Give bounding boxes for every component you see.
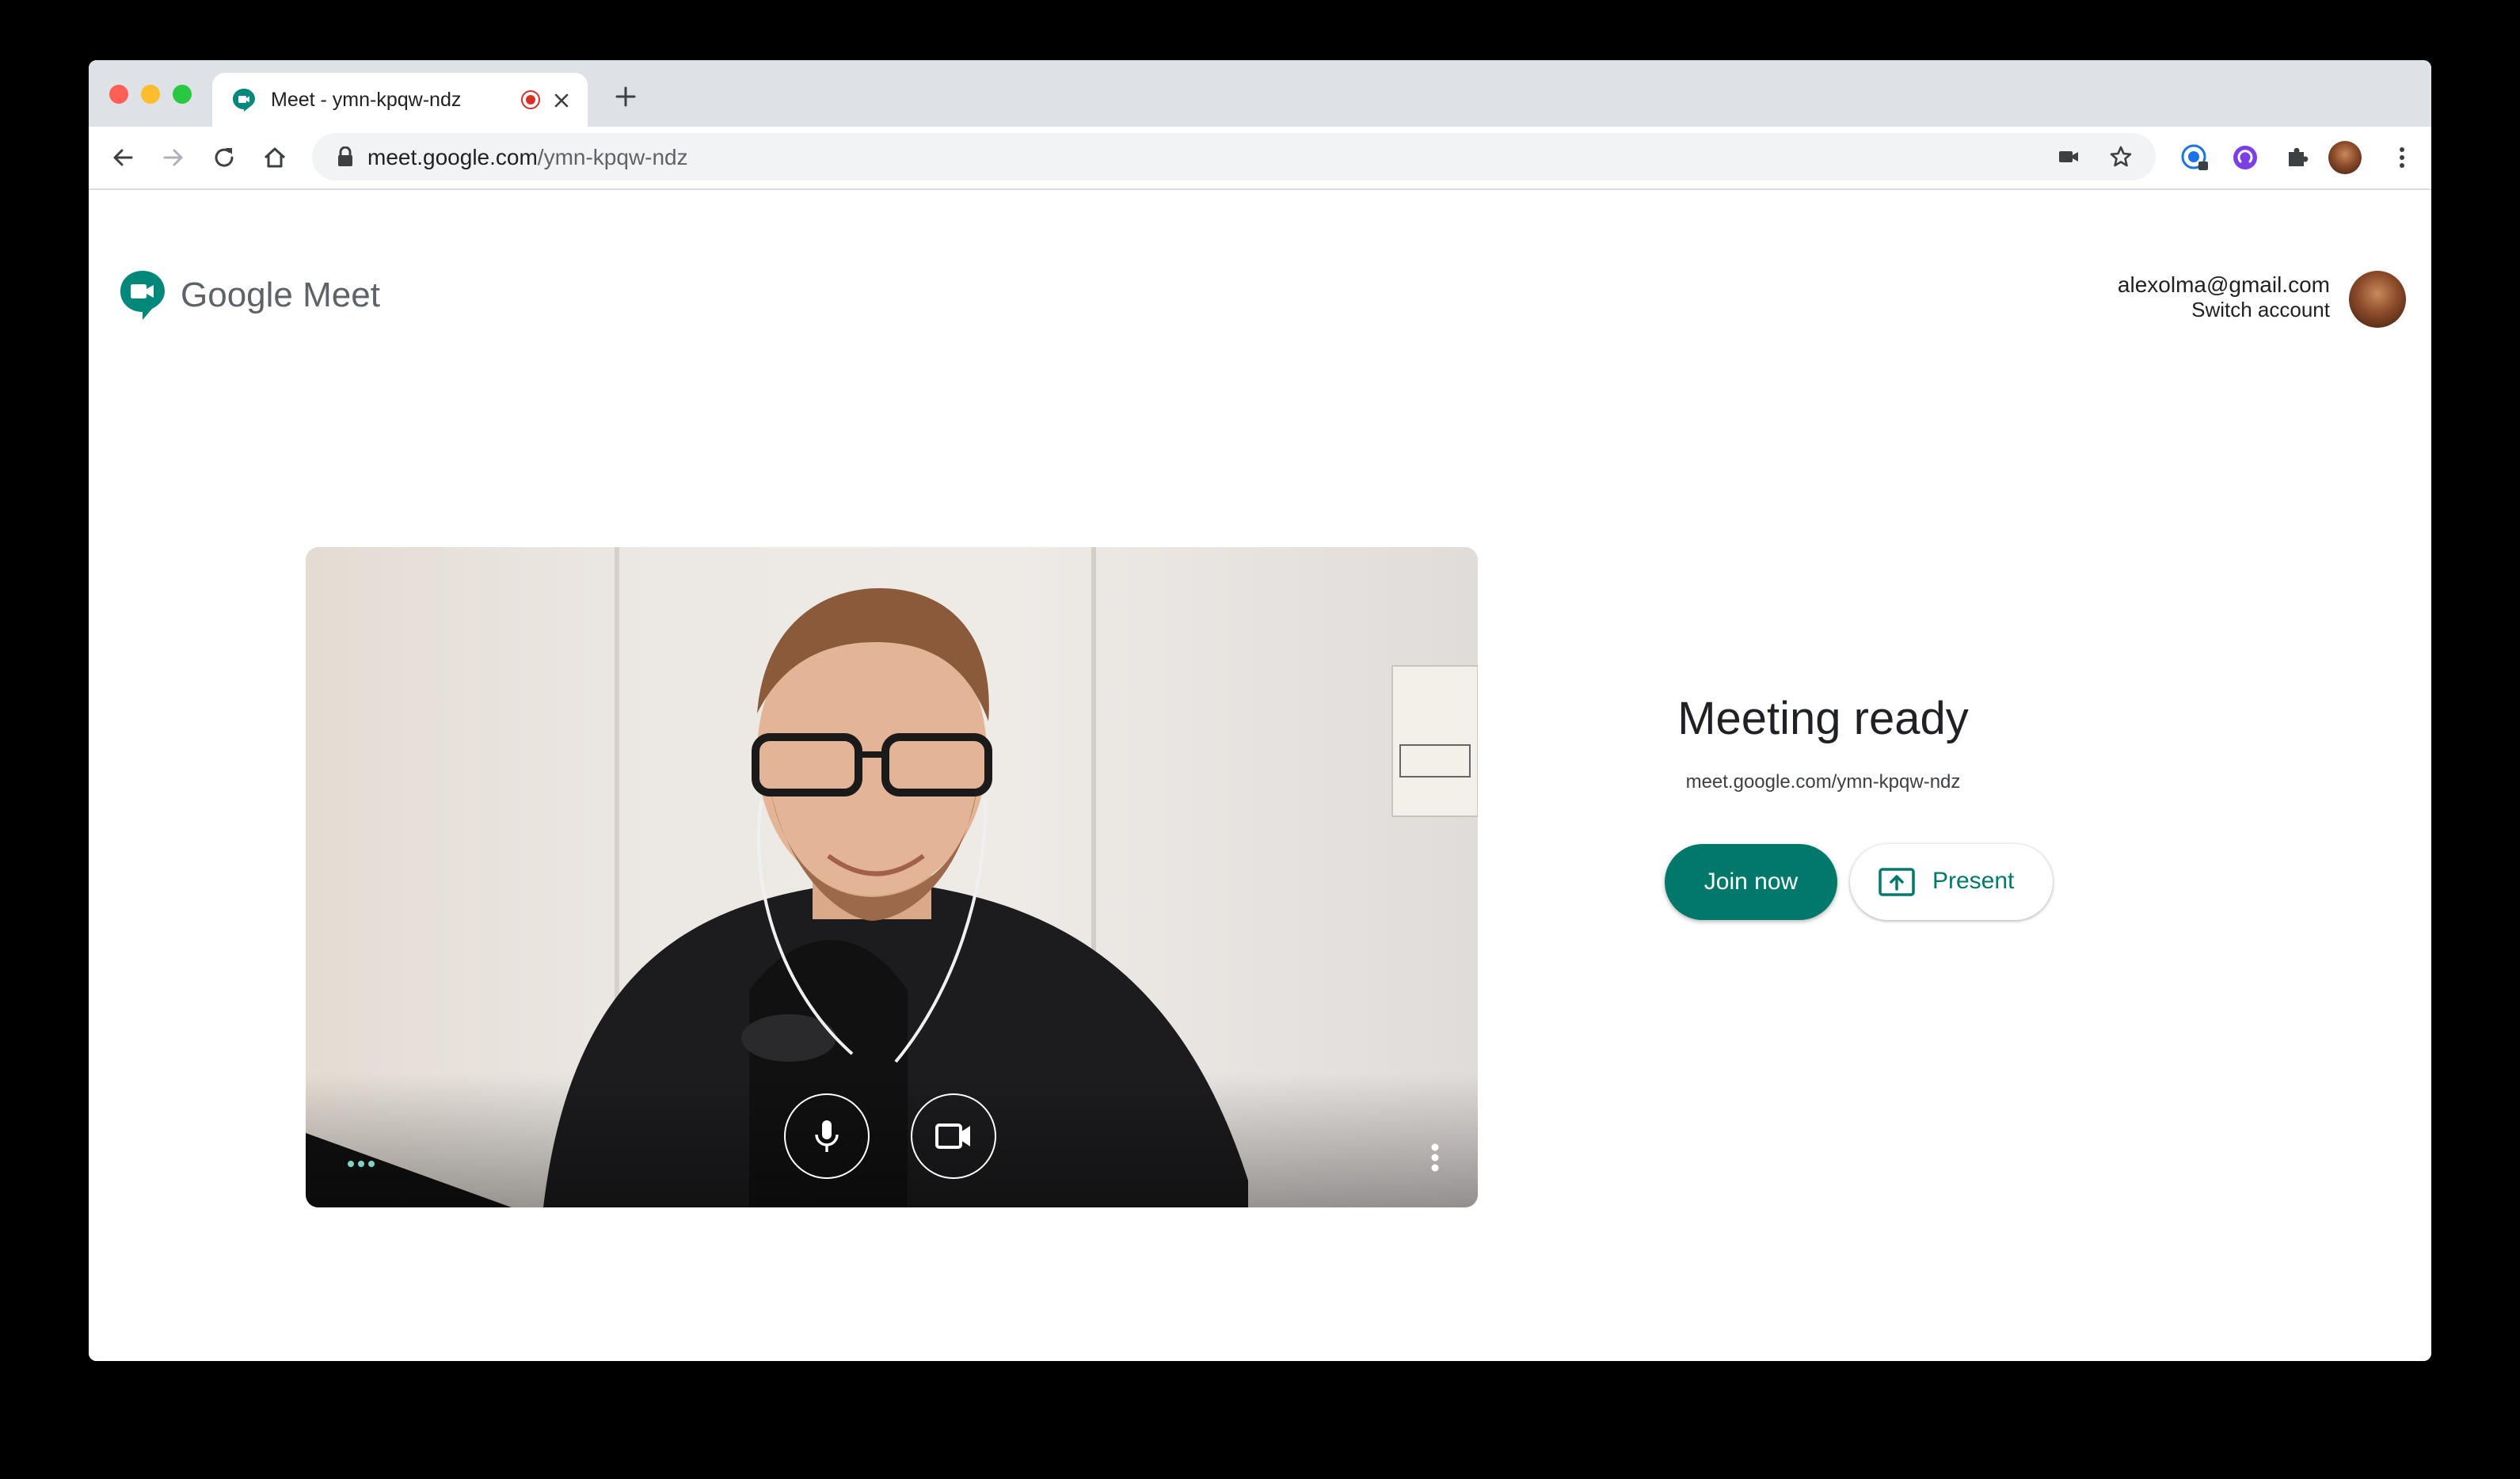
lock-icon — [338, 146, 352, 166]
account-avatar[interactable] — [2349, 271, 2406, 328]
meet-page: Google Meet alexolma@gmail.com Switch ac… — [89, 190, 2431, 1361]
browser-toolbar: meet.google.com/ymn-kpqw-ndz — [89, 127, 2431, 190]
url-host: meet.google.com — [367, 145, 538, 169]
extension-icon[interactable] — [2232, 144, 2259, 171]
profile-avatar[interactable] — [2328, 141, 2362, 174]
switch-account-link[interactable]: Switch account — [2191, 298, 2330, 322]
password-extension-icon[interactable] — [2179, 143, 2210, 173]
kebab-menu-icon[interactable] — [2389, 144, 2415, 171]
new-tab-icon[interactable] — [615, 86, 637, 108]
home-icon[interactable] — [261, 144, 288, 171]
meeting-link: meet.google.com/ymn-kpqw-ndz — [1685, 771, 1961, 793]
tab-close-icon[interactable] — [551, 90, 572, 111]
meet-favicon-icon — [233, 89, 255, 112]
address-bar[interactable]: meet.google.com/ymn-kpqw-ndz — [312, 133, 2156, 181]
controls-shade — [306, 1073, 1478, 1207]
camera-icon[interactable] — [2056, 144, 2081, 169]
url-text: meet.google.com/ymn-kpqw-ndz — [367, 145, 688, 170]
tab-meet[interactable]: Meet - ymn-kpqw-ndz — [212, 73, 588, 127]
join-now-button[interactable]: Join now — [1665, 844, 1837, 920]
browser-window: Meet - ymn-kpqw-ndz meet.google.com/ymn-… — [89, 60, 2431, 1361]
camera-toggle-button[interactable] — [911, 1093, 996, 1179]
google-meet-logo-icon — [120, 271, 165, 320]
video-camera-icon — [935, 1124, 970, 1149]
minimize-window-button[interactable] — [141, 85, 160, 104]
tab-title: Meet - ymn-kpqw-ndz — [271, 89, 462, 111]
present-label: Present — [1932, 868, 2015, 894]
zoom-window-button[interactable] — [173, 85, 192, 104]
url-path: /ymn-kpqw-ndz — [537, 145, 688, 169]
join-now-label: Join now — [1703, 869, 1799, 895]
product-name: Google Meet — [181, 276, 380, 314]
tab-strip: Meet - ymn-kpqw-ndz — [89, 60, 2431, 127]
activity-dots-icon — [348, 1161, 375, 1167]
account-email: alexolma@gmail.com — [2117, 272, 2330, 297]
more-options-icon[interactable] — [1430, 1143, 1440, 1173]
star-icon[interactable] — [2108, 144, 2134, 169]
self-video-preview — [306, 547, 1478, 1207]
forward-icon[interactable] — [160, 144, 187, 171]
meeting-status-title: Meeting ready — [1677, 693, 1969, 744]
puzzle-icon[interactable] — [2284, 144, 2311, 171]
close-window-button[interactable] — [109, 85, 128, 104]
reload-icon[interactable] — [211, 144, 238, 171]
recording-icon — [521, 90, 540, 109]
back-icon[interactable] — [109, 144, 136, 171]
present-button[interactable]: Present — [1850, 844, 2053, 920]
present-screen-icon — [1879, 868, 1915, 896]
microphone-icon — [815, 1120, 839, 1152]
microphone-toggle-button[interactable] — [784, 1093, 870, 1179]
